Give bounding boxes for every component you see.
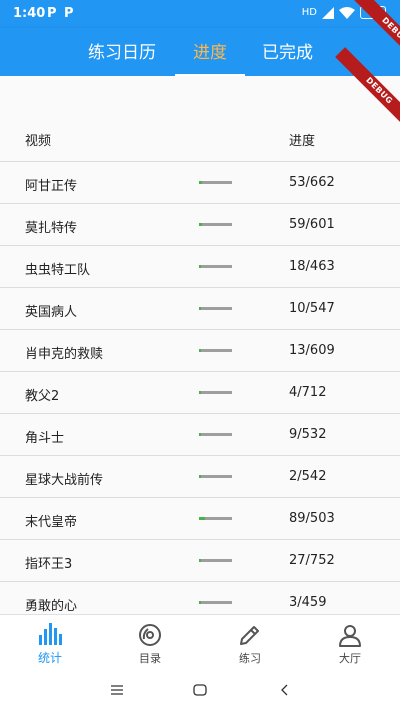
video-title: 星球大战前传	[25, 473, 104, 488]
progress-bar	[199, 601, 232, 604]
progress-bar	[199, 349, 232, 352]
progress-bar-fill	[199, 391, 201, 394]
home-icon[interactable]	[193, 684, 207, 696]
progress-bar-fill	[199, 433, 201, 436]
progress-bar	[199, 181, 232, 184]
progress-count: 13/609	[289, 343, 335, 358]
table-row[interactable]: 指环王3 27/752	[0, 540, 400, 582]
progress-count: 89/503	[289, 511, 335, 526]
wifi-icon	[339, 6, 355, 19]
video-title: 角斗士	[25, 431, 65, 446]
video-title: 莫扎特传	[25, 221, 78, 236]
bar-chart-icon	[39, 623, 62, 645]
video-title: 末代皇帝	[25, 515, 78, 530]
video-title: 英国病人	[25, 305, 78, 320]
progress-count: 27/752	[289, 553, 335, 568]
nav-label: 目录	[139, 652, 161, 665]
progress-count: 18/463	[289, 259, 335, 274]
progress-count: 3/459	[289, 595, 327, 610]
progress-bar	[199, 223, 232, 226]
nav-label: 统计	[37, 651, 62, 665]
app-notification-icon: P	[64, 6, 74, 21]
progress-bar	[199, 307, 232, 310]
progress-count: 10/547	[289, 301, 335, 316]
progress-bar-fill	[199, 349, 201, 352]
nav-stats[interactable]: 统计	[0, 615, 100, 671]
table-row[interactable]: 虫虫特工队 18/463	[0, 246, 400, 288]
video-title: 指环王3	[25, 557, 73, 572]
bottom-nav: 统计 目录 练习 大厅	[0, 614, 400, 670]
progress-table: 视频 进度 阿甘正传 53/662 莫扎特传 59/601 虫虫特工队 18/463 英国病…	[0, 76, 400, 614]
disc-icon	[139, 624, 161, 646]
table-row[interactable]: 肖申克的救赎 13/609	[0, 330, 400, 372]
progress-count: 53/662	[289, 175, 335, 190]
progress-count: 9/532	[289, 427, 327, 442]
table-row[interactable]: 英国病人 10/547	[0, 288, 400, 330]
progress-bar	[199, 517, 232, 520]
table-row[interactable]: 阿甘正传 53/662	[0, 162, 400, 204]
progress-bar	[199, 475, 232, 478]
nav-catalog[interactable]: 目录	[100, 615, 200, 671]
pencil-icon	[240, 626, 259, 645]
progress-bar	[199, 433, 232, 436]
video-title: 勇敢的心	[25, 599, 78, 614]
table-row[interactable]: 末代皇帝 89/503	[0, 498, 400, 540]
status-time: 1:40	[13, 6, 46, 21]
progress-bar	[199, 391, 232, 394]
progress-bar-fill	[199, 181, 202, 184]
progress-bar-fill	[199, 223, 203, 226]
header-video: 视频	[25, 134, 52, 149]
progress-bar	[199, 559, 232, 562]
nav-label: 练习	[239, 652, 261, 665]
signal-icon	[322, 6, 334, 19]
progress-bar-fill	[199, 601, 201, 604]
person-icon	[339, 625, 361, 647]
table-row[interactable]: 勇敢的心 3/459	[0, 582, 400, 614]
table-row[interactable]: 星球大战前传 2/542	[0, 456, 400, 498]
tab-completed[interactable]: 已完成	[250, 28, 325, 76]
table-row[interactable]: 教父2 4/712	[0, 372, 400, 414]
network-label: HD	[301, 7, 317, 18]
video-title: 虫虫特工队	[25, 263, 91, 278]
status-bar: 1:40 P P HD 25	[0, 0, 400, 28]
back-icon[interactable]	[280, 684, 288, 696]
app-notification-icon: P	[47, 6, 57, 21]
table-rows: 阿甘正传 53/662 莫扎特传 59/601 虫虫特工队 18/463 英国病人 10/54…	[0, 162, 400, 614]
video-title: 肖申克的救赎	[25, 347, 104, 362]
video-title: 教父2	[25, 389, 60, 404]
progress-bar-fill	[199, 307, 201, 310]
nav-hall[interactable]: 大厅	[300, 615, 400, 671]
progress-bar-fill	[199, 559, 201, 562]
progress-count: 4/712	[289, 385, 327, 400]
nav-label: 大厅	[339, 652, 361, 665]
menu-icon[interactable]	[111, 684, 123, 696]
tab-progress[interactable]: 进度	[175, 28, 245, 76]
table-header: 视频 进度	[0, 116, 400, 162]
progress-bar	[199, 265, 232, 268]
progress-count: 2/542	[289, 469, 327, 484]
header-progress: 进度	[289, 134, 316, 149]
table-row[interactable]: 角斗士 9/532	[0, 414, 400, 456]
tab-calendar[interactable]: 练习日历	[72, 28, 172, 76]
video-title: 阿甘正传	[25, 179, 78, 194]
table-row[interactable]: 莫扎特传 59/601	[0, 204, 400, 246]
progress-bar-fill	[199, 517, 205, 520]
system-nav-bar	[0, 670, 400, 711]
progress-bar-fill	[199, 265, 201, 268]
nav-practice[interactable]: 练习	[200, 615, 300, 671]
progress-bar-fill	[199, 475, 201, 478]
progress-count: 59/601	[289, 217, 335, 232]
